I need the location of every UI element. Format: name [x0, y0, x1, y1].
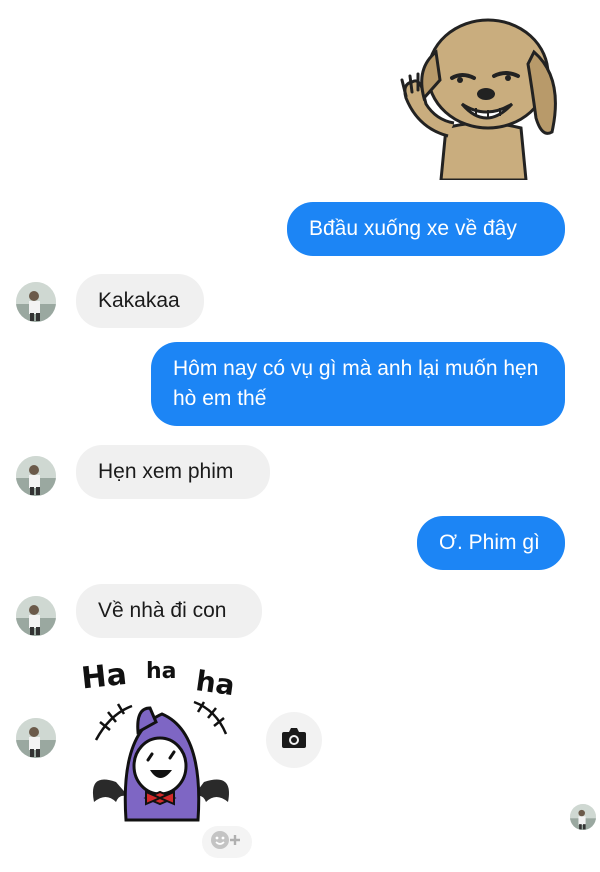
add-reaction-icon [209, 829, 245, 856]
incoming-message[interactable]: Hẹn xem phim [76, 445, 270, 499]
dog-sticker[interactable] [396, 8, 566, 182]
incoming-message[interactable]: Kakakaa [76, 274, 204, 328]
contact-avatar[interactable] [16, 596, 56, 636]
svg-text:ha: ha [194, 664, 237, 702]
outgoing-message[interactable]: Ơ. Phim gì [417, 516, 565, 570]
chat-thread: Bđầu xuống xe về đây Kakakaa Hôm nay có … [0, 0, 600, 872]
message-text: Về nhà đi con [98, 599, 227, 622]
laughing-ghost-sticker[interactable]: Ha ha ha [76, 652, 246, 832]
message-text: Hôm nay có vụ gì mà anh lại muốn hẹn hò … [173, 357, 539, 410]
message-text: Ơ. Phim gì [439, 531, 540, 554]
svg-text:ha: ha [146, 659, 177, 684]
add-reaction-button[interactable] [202, 826, 252, 858]
outgoing-message[interactable]: Bđầu xuống xe về đây [287, 202, 565, 256]
svg-text:Ha: Ha [80, 657, 129, 697]
message-text: Kakakaa [98, 289, 180, 312]
contact-avatar[interactable] [16, 282, 56, 322]
read-receipt-avatar [570, 804, 596, 830]
contact-avatar[interactable] [16, 456, 56, 496]
outgoing-message[interactable]: Hôm nay có vụ gì mà anh lại muốn hẹn hò … [151, 342, 565, 426]
incoming-message[interactable]: Về nhà đi con [76, 584, 262, 638]
camera-button[interactable] [266, 712, 322, 768]
message-text: Hẹn xem phim [98, 460, 234, 483]
camera-icon [280, 726, 308, 755]
message-text: Bđầu xuống xe về đây [309, 217, 517, 240]
contact-avatar[interactable] [16, 718, 56, 758]
